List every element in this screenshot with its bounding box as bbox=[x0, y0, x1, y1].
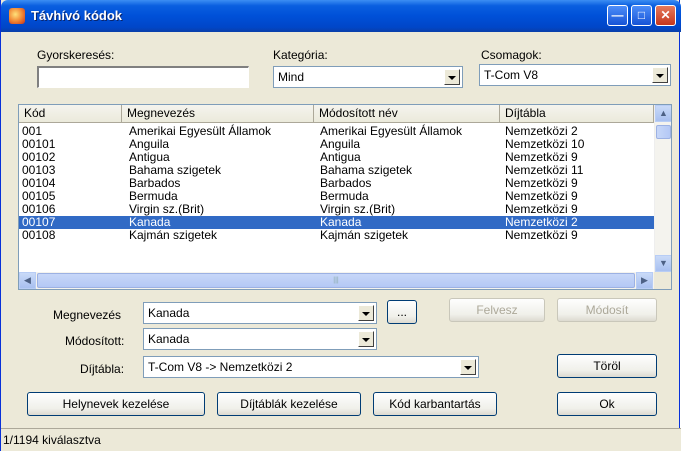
status-bar: 1/1194 kiválasztva bbox=[1, 428, 681, 451]
chevron-down-icon[interactable] bbox=[444, 69, 460, 85]
minimize-button[interactable]: — bbox=[607, 5, 628, 26]
name-select[interactable]: Kanada bbox=[143, 302, 377, 324]
scroll-right-icon[interactable]: ▶ bbox=[636, 272, 653, 289]
scroll-up-icon[interactable]: ▲ bbox=[655, 105, 671, 122]
table-header: Kód Megnevezés Módosított név Díjtábla bbox=[19, 105, 654, 123]
category-value: Mind bbox=[278, 70, 305, 84]
category-label: Kategória: bbox=[273, 48, 328, 62]
maximize-icon: □ bbox=[637, 8, 646, 22]
table-row[interactable]: 00108 Kajmán szigetek Kajmán szigetek Nemze… bbox=[19, 229, 654, 242]
scroll-down-icon[interactable]: ▼ bbox=[655, 255, 671, 272]
chevron-down-icon[interactable] bbox=[358, 305, 374, 321]
modified-value: Kanada bbox=[148, 332, 190, 346]
tariff-select[interactable]: T-Com V8 -> Nemzetközi 2 bbox=[143, 356, 479, 378]
packages-value: T-Com V8 bbox=[484, 68, 539, 82]
modified-select[interactable]: Kanada bbox=[143, 328, 377, 350]
window-title: Távhívó kódok bbox=[31, 8, 123, 23]
maximize-button[interactable]: □ bbox=[631, 5, 652, 26]
column-header-tariff[interactable]: Díjtábla bbox=[500, 105, 654, 123]
dialog-window: Távhívó kódok — □ ✕ Gyorskeresés: Kategó… bbox=[0, 0, 681, 451]
column-header-name[interactable]: Megnevezés bbox=[122, 105, 314, 123]
chevron-down-icon[interactable] bbox=[460, 359, 476, 375]
table-cell-name: Kajmán szigetek bbox=[129, 228, 218, 242]
minimize-icon: — bbox=[611, 8, 624, 22]
code-maintenance-button[interactable]: Kód karbantartás bbox=[373, 392, 497, 416]
category-select[interactable]: Mind bbox=[273, 66, 463, 88]
packages-select[interactable]: T-Com V8 bbox=[479, 64, 671, 86]
search-input[interactable] bbox=[37, 66, 249, 88]
chevron-down-icon[interactable] bbox=[358, 331, 374, 347]
name-field-label: Megnevezés bbox=[53, 308, 122, 322]
modify-button[interactable]: Módosít bbox=[557, 298, 657, 322]
name-value: Kanada bbox=[148, 306, 190, 320]
search-label: Gyorskeresés: bbox=[37, 48, 115, 62]
chevron-down-icon[interactable] bbox=[652, 67, 668, 83]
packages-label: Csomagok: bbox=[481, 48, 542, 62]
table-cell-tariff: Nemzetközi 9 bbox=[505, 228, 578, 242]
vertical-scroll-thumb[interactable] bbox=[656, 125, 671, 139]
manage-tariffs-button[interactable]: Díjtáblák kezelése bbox=[217, 392, 361, 416]
horizontal-scrollbar[interactable]: ◀ ||| ▶ bbox=[19, 272, 654, 289]
ok-button[interactable]: Ok bbox=[557, 392, 657, 416]
modified-field-label: Módosított: bbox=[65, 334, 125, 348]
scrollbar-corner bbox=[654, 272, 671, 289]
scroll-left-icon[interactable]: ◀ bbox=[19, 272, 36, 289]
table-cell-code: 00108 bbox=[22, 228, 56, 242]
column-header-modified[interactable]: Módosított név bbox=[314, 105, 500, 123]
column-header-code[interactable]: Kód bbox=[19, 105, 122, 123]
add-button[interactable]: Felvesz bbox=[449, 298, 545, 322]
close-icon: ✕ bbox=[660, 8, 671, 22]
app-icon bbox=[9, 8, 25, 24]
manage-places-button[interactable]: Helynevek kezelése bbox=[27, 392, 205, 416]
vertical-scrollbar[interactable]: ▲ ▼ bbox=[654, 105, 671, 272]
horizontal-scroll-thumb[interactable]: ||| bbox=[37, 273, 635, 288]
table-cell-modified: Kajmán szigetek bbox=[320, 228, 409, 242]
tariff-field-label: Díjtábla: bbox=[80, 362, 125, 376]
codes-table[interactable]: Kód Megnevezés Módosított név Díjtábla 0… bbox=[18, 104, 672, 290]
close-button[interactable]: ✕ bbox=[655, 5, 676, 26]
status-text: 1/1194 kiválasztva bbox=[3, 433, 101, 447]
title-bar[interactable]: Távhívó kódok — □ ✕ bbox=[1, 0, 681, 32]
browse-button[interactable]: ... bbox=[387, 300, 417, 324]
tariff-value: T-Com V8 -> Nemzetközi 2 bbox=[148, 360, 293, 374]
delete-button[interactable]: Töröl bbox=[557, 354, 657, 378]
